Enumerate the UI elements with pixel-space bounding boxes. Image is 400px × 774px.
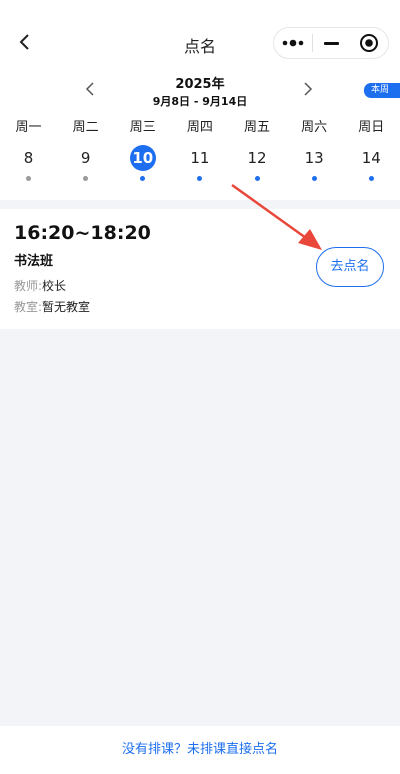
date-number: 12	[247, 149, 267, 167]
miniprogram-capsule	[273, 27, 389, 59]
day-cell[interactable]: 周五 12	[229, 118, 286, 188]
room-value: 暂无教室	[42, 300, 91, 314]
schedule-dot	[368, 176, 374, 181]
more-dots-icon	[282, 39, 304, 47]
weekday-label: 周一	[15, 120, 42, 135]
date-number: 8	[23, 149, 34, 167]
lesson-card: 16:20~18:20 书法班 教师:校长 教室:暂无教室 去点名	[0, 209, 400, 329]
date-number: 9	[80, 149, 91, 167]
weekday-label: 周五	[244, 120, 271, 135]
day-cell[interactable]: 周一 8	[0, 118, 57, 188]
schedule-dot	[140, 176, 146, 181]
room-row: 教室:暂无教室	[14, 298, 90, 315]
weekday-label: 周三	[129, 120, 156, 135]
chevron-right-icon	[304, 82, 313, 96]
minus-icon	[323, 41, 339, 45]
close-button[interactable]	[350, 28, 388, 58]
week-range: 9月8日 - 9月14日	[152, 95, 248, 108]
day-cell[interactable]: 周二 9	[57, 118, 114, 188]
header-panel: 点名 2025年 9月8日 - 9月14日 本周 周一 8 周二 9 周三 10…	[0, 0, 400, 200]
weekday-label: 周二	[72, 120, 99, 135]
schedule-dot	[83, 176, 89, 181]
more-button[interactable]	[274, 28, 312, 58]
date-number: 10	[129, 145, 156, 171]
day-cell-selected[interactable]: 周三 10	[114, 118, 171, 188]
schedule-dot	[311, 176, 317, 181]
day-cell[interactable]: 周四 11	[171, 118, 228, 188]
day-cell[interactable]: 周日 14	[343, 118, 400, 188]
week-day-strip: 周一 8 周二 9 周三 10 周四 11 周五 12 周六 13 周日 14	[0, 118, 400, 188]
this-week-button[interactable]: 本周	[364, 83, 400, 98]
minimize-button[interactable]	[312, 28, 350, 58]
date-number: 14	[361, 149, 381, 167]
weekday-label: 周六	[301, 120, 328, 135]
schedule-dot	[254, 176, 260, 181]
date-number: 13	[304, 149, 324, 167]
lesson-time: 16:20~18:20	[14, 222, 151, 244]
weekday-label: 周四	[186, 120, 213, 135]
unscheduled-roll-call-link[interactable]: 没有排课？未排课直接点名	[0, 726, 400, 774]
target-close-icon	[360, 34, 379, 52]
schedule-dot	[197, 176, 203, 181]
next-week-button[interactable]	[298, 78, 318, 100]
schedule-dot	[26, 176, 32, 181]
teacher-row: 教师:校长	[14, 277, 66, 294]
class-name: 书法班	[14, 254, 54, 269]
teacher-label: 教师:	[14, 279, 43, 293]
roll-call-button[interactable]: 去点名	[316, 247, 384, 287]
year-label: 2025年	[175, 77, 225, 92]
teacher-value: 校长	[42, 279, 67, 293]
room-label: 教室:	[14, 300, 43, 314]
weekday-label: 周日	[358, 120, 385, 135]
date-number: 11	[190, 149, 210, 167]
day-cell[interactable]: 周六 13	[286, 118, 343, 188]
